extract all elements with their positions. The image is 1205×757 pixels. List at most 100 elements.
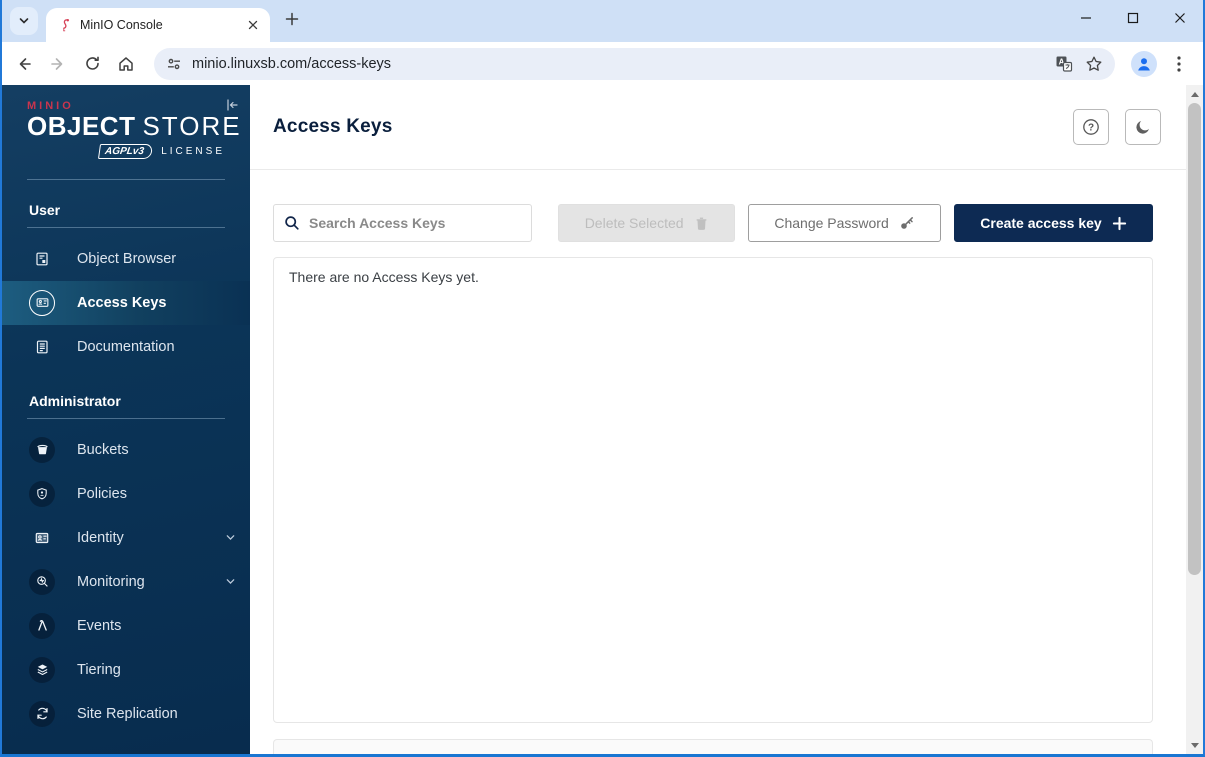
search-icon: [284, 215, 300, 231]
close-window-button[interactable]: [1156, 0, 1203, 36]
browser-tab-strip: MinIO Console: [2, 0, 1203, 42]
create-access-key-label: Create access key: [980, 215, 1102, 231]
sidebar-item-label: Access Keys: [77, 294, 167, 311]
change-password-label: Change Password: [774, 215, 889, 231]
sidebar-item-documentation[interactable]: Documentation: [2, 325, 250, 369]
translate-icon[interactable]: A: [1055, 55, 1073, 73]
browser-menu-button[interactable]: [1165, 50, 1193, 78]
plus-icon: [285, 12, 299, 26]
sidebar: MINIO OBJECT STORE AGPLv3 LICENSE User O…: [2, 85, 250, 754]
moon-icon: [1134, 118, 1152, 136]
empty-state-text: There are no Access Keys yet.: [289, 269, 479, 285]
forward-arrow-icon: [49, 55, 67, 73]
chevron-down-icon[interactable]: [225, 532, 236, 543]
triangle-up-icon: [1190, 91, 1199, 97]
scrollbar-thumb[interactable]: [1188, 103, 1201, 575]
dark-mode-button[interactable]: [1125, 109, 1161, 145]
back-button[interactable]: [8, 48, 40, 80]
sidebar-item-label: Policies: [77, 485, 127, 502]
agpl-badge: AGPLv3: [98, 143, 154, 159]
close-icon: [1174, 12, 1186, 24]
maximize-icon: [1127, 12, 1139, 24]
access-keys-list-panel: There are no Access Keys yet.: [273, 257, 1153, 723]
browser-tab-minio-console[interactable]: MinIO Console: [46, 8, 270, 42]
sidebar-item-label: Object Browser: [77, 250, 177, 267]
minimize-icon: [1080, 12, 1092, 24]
tiering-layers-icon: [29, 656, 55, 683]
documentation-icon: [29, 334, 55, 360]
omnibox-action-icons: A: [1055, 55, 1103, 73]
sidebar-item-site-replication[interactable]: Site Replication: [2, 692, 250, 736]
monitoring-icon: [29, 568, 55, 595]
page-header: Access Keys ?: [250, 85, 1186, 170]
change-password-button[interactable]: Change Password: [748, 204, 941, 242]
secondary-panel: [273, 739, 1153, 754]
svg-text:?: ?: [1088, 123, 1094, 134]
sidebar-item-events[interactable]: Events: [2, 604, 250, 648]
sidebar-item-label: Site Replication: [77, 705, 178, 722]
browser-window: MinIO Console minio.linuxsb.com/access-k…: [0, 0, 1205, 757]
main-content: Access Keys ? Search Access Keys Delete …: [250, 85, 1186, 754]
key-icon: [899, 215, 915, 231]
new-tab-button[interactable]: [278, 5, 306, 33]
section-label-user: User: [29, 201, 61, 218]
chevron-down-icon: [18, 15, 30, 27]
url-text: minio.linuxsb.com/access-keys: [192, 55, 392, 72]
page-body: MINIO OBJECT STORE AGPLv3 LICENSE User O…: [2, 85, 1203, 754]
tab-search-button[interactable]: [10, 7, 38, 35]
user-nav: Object Browser Access Keys Documentation: [2, 237, 250, 369]
help-icon: ?: [1081, 117, 1101, 137]
section-label-administrator: Administrator: [29, 392, 121, 409]
sidebar-divider: [27, 226, 225, 228]
sidebar-item-tiering[interactable]: Tiering: [2, 648, 250, 692]
page-title: Access Keys: [273, 116, 393, 137]
back-arrow-icon: [15, 55, 33, 73]
sidebar-item-label: Documentation: [77, 338, 175, 355]
reload-button[interactable]: [76, 48, 108, 80]
create-access-key-button[interactable]: Create access key: [953, 204, 1153, 242]
minio-flamingo-favicon: [58, 18, 72, 32]
home-button[interactable]: [110, 48, 142, 80]
address-bar[interactable]: minio.linuxsb.com/access-keys A: [154, 47, 1115, 80]
license-label: LICENSE: [161, 145, 225, 157]
home-icon: [117, 55, 135, 73]
site-replication-icon: [29, 700, 55, 727]
page-scrollbar[interactable]: [1186, 85, 1203, 754]
events-lambda-icon: [29, 612, 55, 639]
plus-icon: [1112, 216, 1127, 231]
sidebar-item-object-browser[interactable]: Object Browser: [2, 237, 250, 281]
sidebar-item-identity[interactable]: Identity: [2, 516, 250, 560]
scrollbar-down-arrow[interactable]: [1186, 737, 1203, 753]
sidebar-item-label: Identity: [77, 529, 124, 546]
policies-icon: [29, 480, 55, 507]
access-keys-icon: [29, 289, 55, 316]
kebab-menu-icon: [1177, 55, 1181, 72]
trash-icon: [694, 216, 709, 231]
identity-icon: [29, 525, 55, 551]
sidebar-item-monitoring[interactable]: Monitoring: [2, 560, 250, 604]
scrollbar-up-arrow[interactable]: [1186, 86, 1203, 102]
access-keys-toolbar: Delete Selected Change Password: [273, 204, 1153, 242]
window-controls: [1062, 0, 1203, 36]
chevron-down-icon[interactable]: [225, 576, 236, 587]
object-browser-icon: [29, 246, 55, 272]
minimize-button[interactable]: [1062, 0, 1109, 36]
sidebar-item-label: Events: [77, 617, 122, 634]
profile-avatar[interactable]: [1131, 50, 1157, 77]
sidebar-item-policies[interactable]: Policies: [2, 472, 250, 516]
sidebar-item-buckets[interactable]: Buckets: [2, 428, 250, 472]
bookmark-star-icon[interactable]: [1085, 55, 1103, 73]
help-button[interactable]: ?: [1073, 109, 1109, 145]
site-settings-icon[interactable]: [166, 56, 182, 72]
sidebar-collapse-icon[interactable]: [224, 97, 240, 113]
object-store-title: OBJECT STORE: [27, 111, 242, 141]
sidebar-item-access-keys[interactable]: Access Keys: [2, 280, 250, 325]
forward-button[interactable]: [42, 48, 74, 80]
delete-selected-button[interactable]: Delete Selected: [558, 204, 736, 242]
search-access-keys-box[interactable]: [273, 204, 533, 242]
tab-close-icon[interactable]: [244, 16, 262, 34]
sidebar-divider: [27, 417, 225, 419]
delete-selected-label: Delete Selected: [584, 215, 684, 231]
search-input[interactable]: [309, 215, 522, 231]
maximize-button[interactable]: [1109, 0, 1156, 36]
